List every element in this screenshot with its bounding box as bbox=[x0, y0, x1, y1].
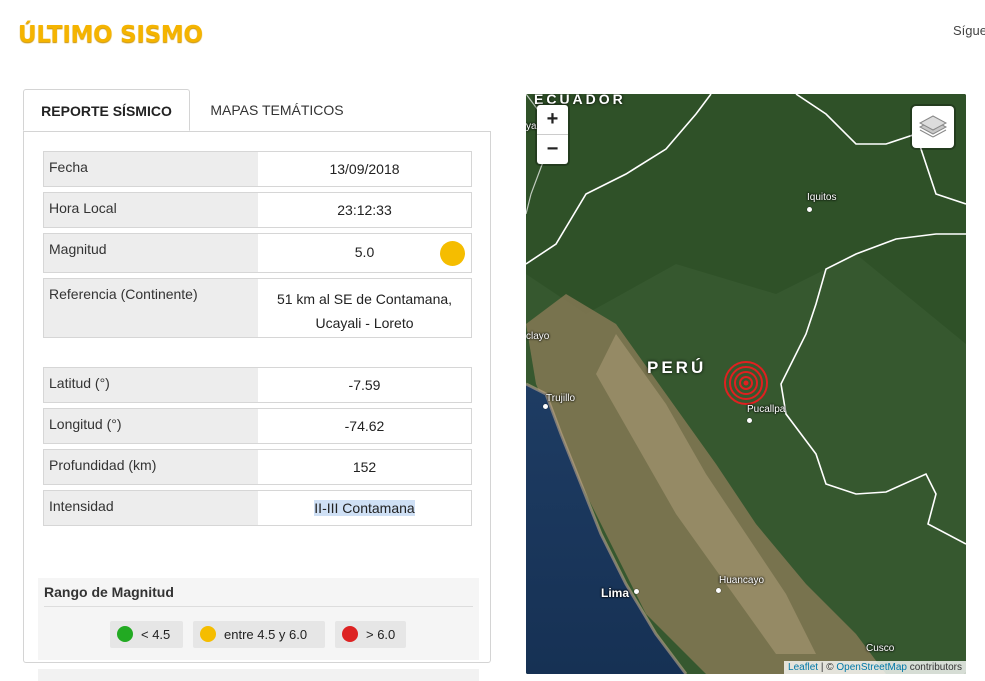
fecha-label: Fecha bbox=[44, 152, 258, 186]
layers-button[interactable] bbox=[912, 106, 954, 148]
magnitud-label: Magnitud bbox=[44, 234, 258, 272]
map-attribution: Leaflet | © OpenStreetMap contributors bbox=[784, 661, 966, 674]
referencia-value: 51 km al SE de Contamana, Ucayali - Lore… bbox=[258, 279, 471, 337]
profundidad-label: Profundidad (km) bbox=[44, 450, 258, 484]
range-chip-high: > 6.0 bbox=[335, 621, 406, 648]
tab-mapas-tematicos[interactable]: MAPAS TEMÁTICOS bbox=[193, 89, 361, 131]
earthquake-map[interactable]: ECUADOR PERÚ Iquitos Pucallpa Trujillo H… bbox=[526, 94, 966, 674]
city-huancayo: Huancayo bbox=[719, 575, 765, 586]
osm-link[interactable]: OpenStreetMap bbox=[836, 662, 907, 673]
range-high-label: > 6.0 bbox=[366, 627, 396, 642]
latitud-label: Latitud (°) bbox=[44, 368, 258, 402]
range-mid-label: entre 4.5 y 6.0 bbox=[224, 627, 308, 642]
city-cusco: Cusco bbox=[866, 643, 895, 654]
latitud-value: -7.59 bbox=[348, 377, 381, 393]
city-dot-trujillo bbox=[543, 404, 548, 409]
range-chip-mid: entre 4.5 y 6.0 bbox=[193, 621, 325, 648]
city-dot-lima bbox=[634, 589, 639, 594]
zoom-control: + − bbox=[537, 105, 568, 164]
page-title: ÚLTIMO SISMO bbox=[18, 22, 203, 48]
intensidad-value[interactable]: II-III Contamana bbox=[314, 500, 415, 516]
row-latitud: Latitud (°) -7.59 bbox=[43, 367, 472, 403]
zoom-in-button[interactable]: + bbox=[537, 105, 568, 134]
leaflet-link[interactable]: Leaflet bbox=[788, 662, 818, 673]
city-dot-iquitos bbox=[807, 207, 812, 212]
city-iquitos: Iquitos bbox=[807, 192, 837, 203]
row-hora: Hora Local 23:12:33 bbox=[43, 192, 472, 228]
tab-bar: REPORTE SÍSMICO MAPAS TEMÁTICOS bbox=[23, 89, 491, 132]
magnitud-value-cell: 5.0 bbox=[258, 234, 471, 272]
referencia-line-1: 51 km al SE de Contamana, bbox=[276, 291, 453, 307]
row-magnitud: Magnitud 5.0 bbox=[43, 233, 472, 273]
row-intensidad: Intensidad II-III Contamana bbox=[43, 490, 472, 526]
range-divider bbox=[44, 606, 473, 607]
magnitude-indicator-icon bbox=[440, 241, 465, 266]
range-title: Rango de Magnitud bbox=[44, 584, 174, 600]
city-chiclayo-partial: clayo bbox=[526, 331, 550, 342]
hora-label: Hora Local bbox=[44, 193, 258, 227]
zoom-out-button[interactable]: − bbox=[537, 134, 568, 164]
city-lima: Lima bbox=[601, 586, 630, 600]
magnitude-range-legend: Rango de Magnitud < 4.5 entre 4.5 y 6.0 … bbox=[38, 578, 479, 660]
report-body: Fecha 13/09/2018 Hora Local 23:12:33 Mag… bbox=[23, 131, 491, 681]
intensidad-label: Intensidad bbox=[44, 491, 258, 525]
range-chip-low: < 4.5 bbox=[110, 621, 183, 648]
yellow-dot-icon bbox=[200, 626, 216, 642]
city-dot-pucallpa bbox=[747, 418, 752, 423]
longitud-value: -74.62 bbox=[344, 418, 385, 434]
row-referencia: Referencia (Continente) 51 km al SE de C… bbox=[43, 278, 472, 338]
green-dot-icon bbox=[117, 626, 133, 642]
city-dot-huancayo bbox=[716, 588, 721, 593]
tab-reporte-sismico[interactable]: REPORTE SÍSMICO bbox=[23, 89, 190, 131]
referencia-line-2: Ucayali - Loreto bbox=[315, 315, 414, 331]
layers-icon bbox=[918, 115, 948, 138]
profundidad-value: 152 bbox=[352, 459, 377, 475]
city-partial: ya bbox=[526, 121, 537, 132]
fecha-value: 13/09/2018 bbox=[329, 161, 400, 177]
longitud-label: Longitud (°) bbox=[44, 409, 258, 443]
city-pucallpa: Pucallpa bbox=[747, 404, 786, 415]
range-low-label: < 4.5 bbox=[141, 627, 171, 642]
row-longitud: Longitud (°) -74.62 bbox=[43, 408, 472, 444]
range-footer bbox=[38, 669, 479, 681]
magnitud-value: 5.0 bbox=[354, 244, 375, 260]
hora-value: 23:12:33 bbox=[337, 202, 392, 218]
city-trujillo: Trujillo bbox=[546, 393, 576, 404]
follow-link[interactable]: Sígue bbox=[953, 23, 985, 38]
attribution-tail: contributors bbox=[906, 662, 962, 673]
row-profundidad: Profundidad (km) 152 bbox=[43, 449, 472, 485]
row-fecha: Fecha 13/09/2018 bbox=[43, 151, 472, 187]
country-label-peru: PERÚ bbox=[647, 358, 707, 377]
attribution-separator: | © bbox=[818, 662, 837, 673]
report-panel: REPORTE SÍSMICO MAPAS TEMÁTICOS Fecha 13… bbox=[23, 89, 491, 681]
intensidad-value-cell: II-III Contamana bbox=[258, 491, 471, 525]
referencia-label: Referencia (Continente) bbox=[44, 279, 258, 337]
red-dot-icon bbox=[342, 626, 358, 642]
satellite-map-background bbox=[526, 94, 966, 674]
